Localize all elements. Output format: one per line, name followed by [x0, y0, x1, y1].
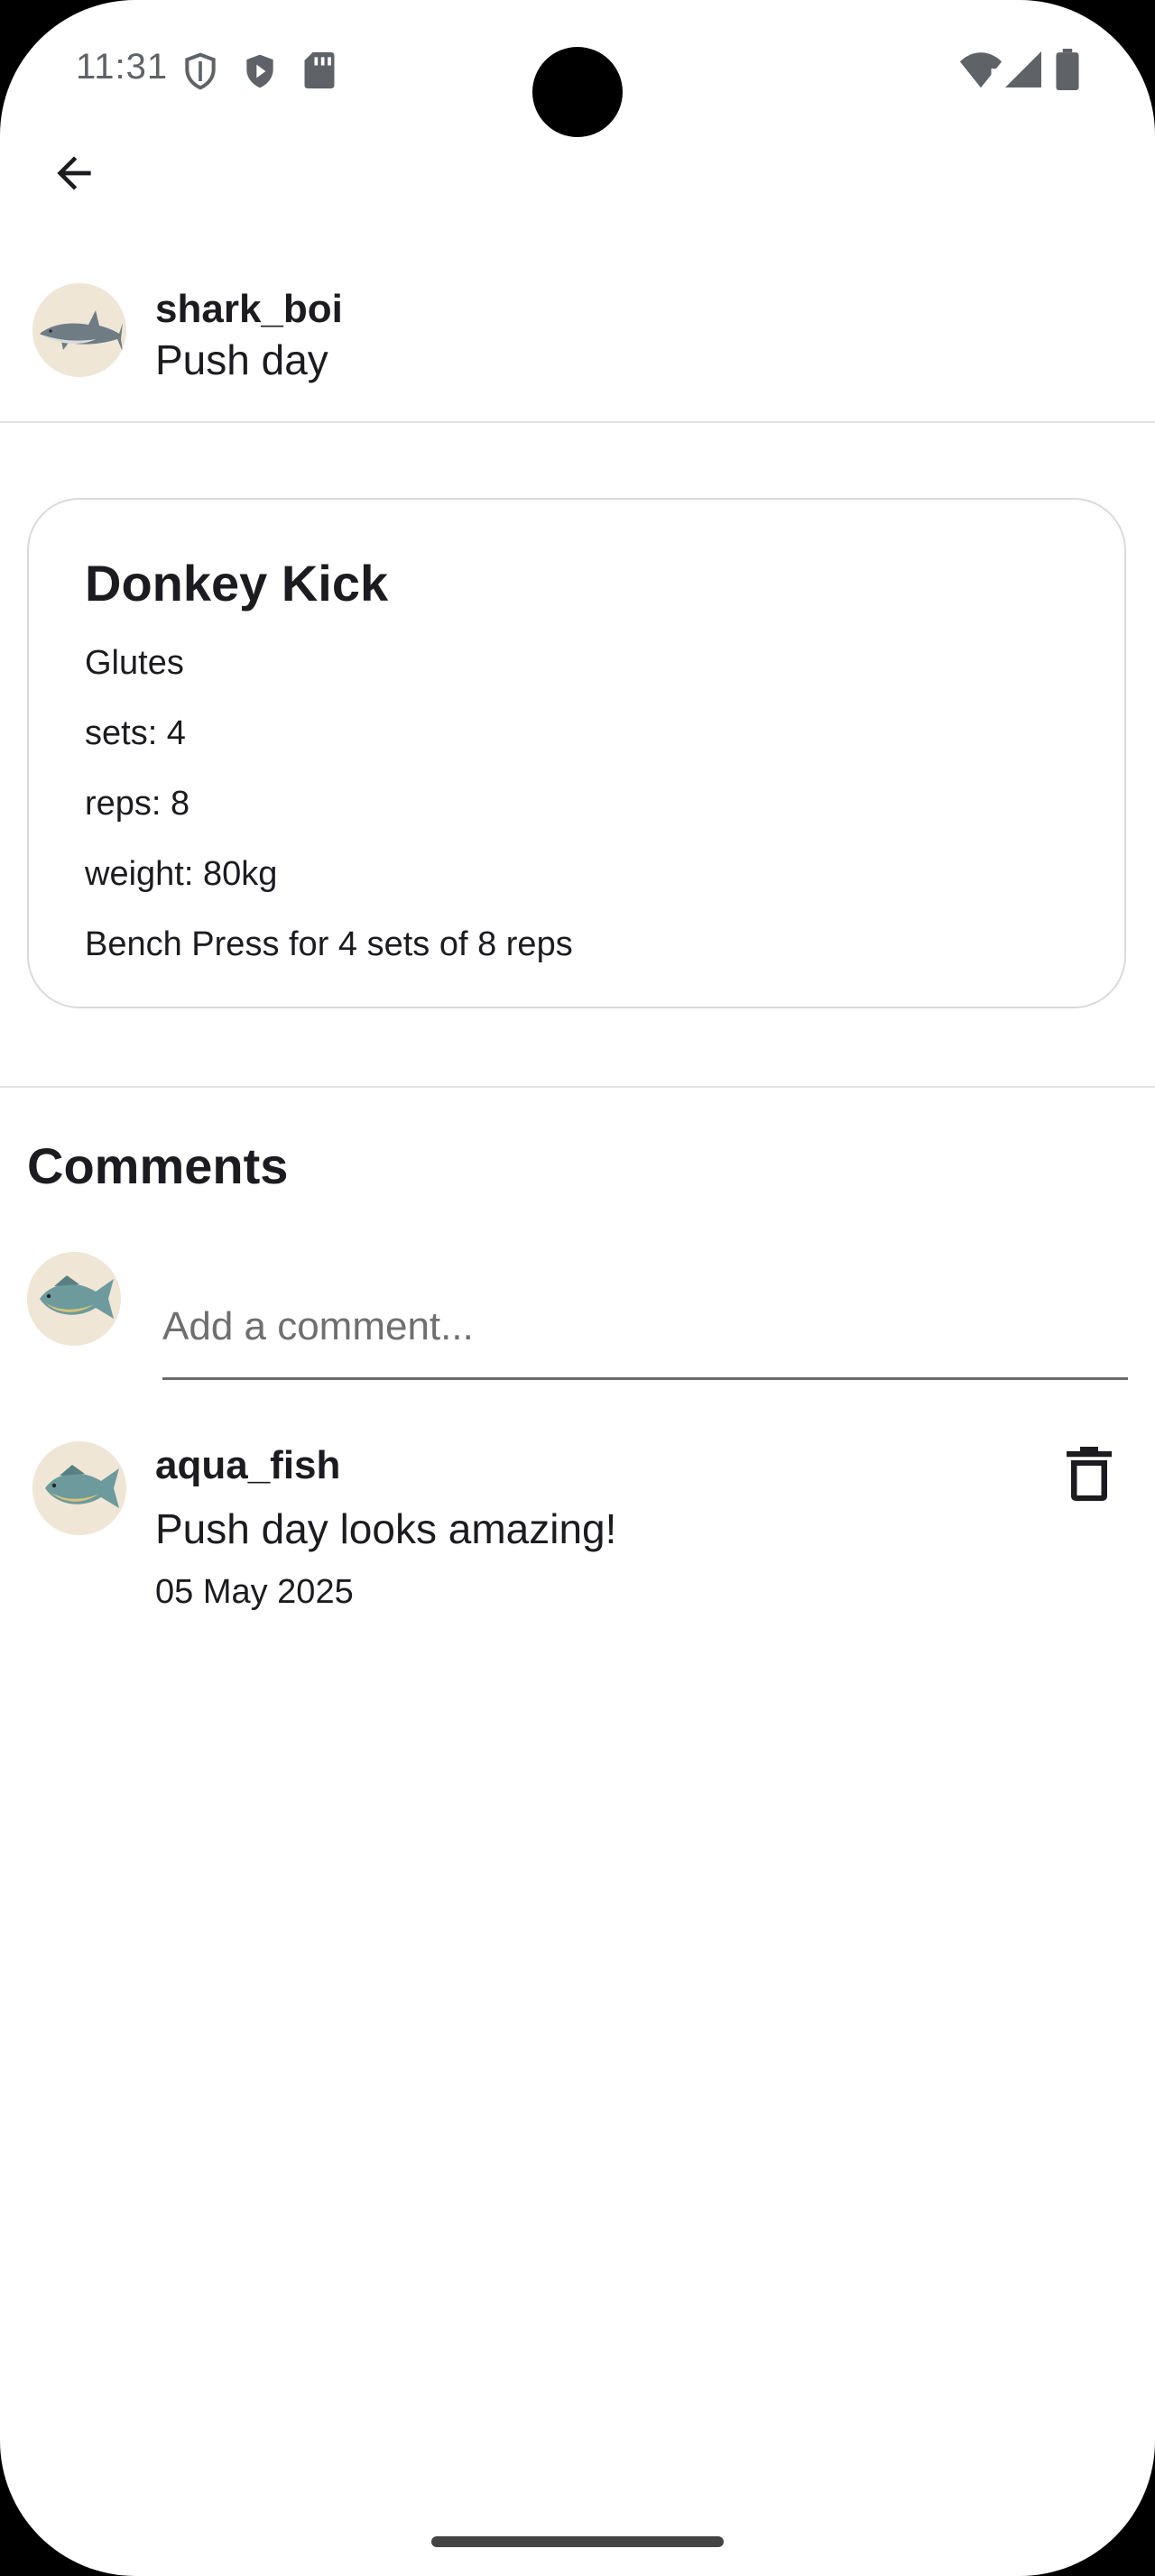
sd-card-icon [304, 51, 335, 89]
shark-avatar-icon [32, 283, 126, 377]
post-author-avatar[interactable] [32, 283, 126, 377]
exercise-description: Bench Press for 4 sets of 8 reps [85, 925, 573, 963]
exercise-name: Donkey Kick [85, 555, 389, 612]
home-indicator[interactable] [431, 2536, 724, 2547]
arrow-back-icon [57, 156, 91, 190]
exercise-reps: reps: 8 [85, 785, 190, 823]
delete-comment-button[interactable] [1056, 1438, 1123, 1510]
exercise-card: Donkey Kick Glutes sets: 4 reps: 8 weigh… [27, 498, 1126, 1008]
status-time: 11:31 [76, 47, 169, 87]
front-camera [532, 47, 623, 137]
cell-signal-icon [1005, 51, 1041, 87]
trash-icon [1067, 1447, 1112, 1501]
exercise-weight: weight: 80kg [85, 855, 278, 893]
comment-date: 05 May 2025 [155, 1573, 354, 1611]
exercise-muscle: Glutes [85, 644, 184, 682]
exercise-sets: sets: 4 [85, 714, 186, 752]
comment-input[interactable] [162, 1281, 1128, 1380]
comments-heading: Comments [27, 1137, 289, 1194]
comment-username[interactable]: aqua_fish [155, 1443, 340, 1488]
app-screen: 11:31 shark_boi Push day Donkey Kick Glu… [0, 0, 1155, 2576]
post-author-username[interactable]: shark_boi [155, 287, 343, 332]
current-user-avatar [27, 1252, 121, 1346]
wifi-alert-icon [959, 52, 1003, 88]
play-protect-icon [246, 54, 273, 88]
back-button[interactable] [38, 137, 110, 209]
battery-icon [1056, 49, 1079, 90]
fish-avatar-icon [32, 1441, 126, 1535]
card-divider [0, 1086, 1155, 1088]
comment-author-avatar[interactable] [32, 1441, 126, 1535]
vpn-shield-icon [185, 52, 216, 90]
post-title: Push day [155, 336, 328, 383]
comment-text: Push day looks amazing! [155, 1505, 617, 1552]
header-divider [0, 421, 1155, 423]
fish-avatar-icon [27, 1252, 121, 1346]
